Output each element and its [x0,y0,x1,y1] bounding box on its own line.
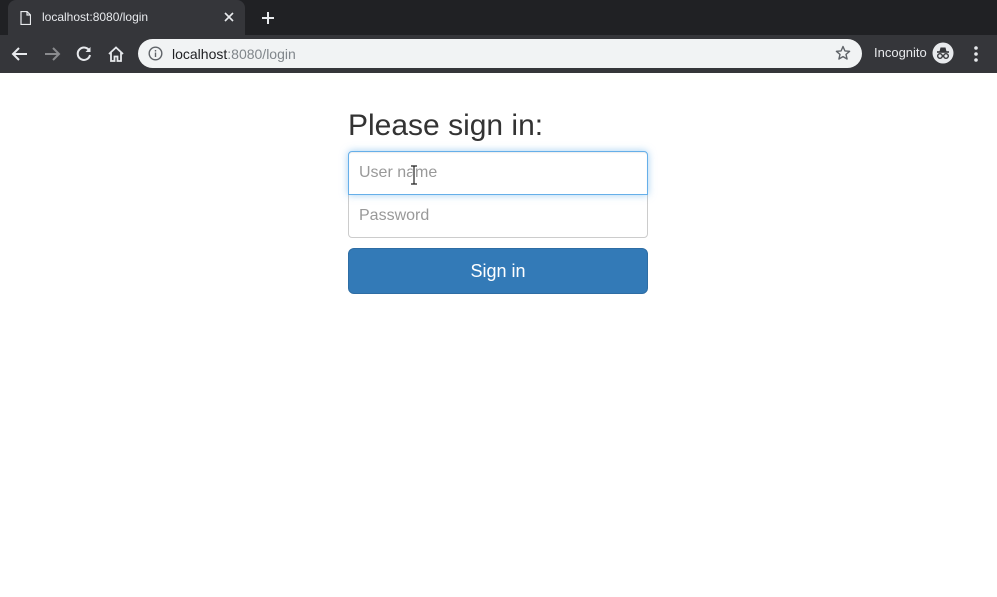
reload-button[interactable] [72,42,96,66]
arrow-right-icon [45,47,61,61]
browser-tab[interactable]: localhost:8080/login [8,0,245,35]
back-button[interactable] [8,42,32,66]
home-button[interactable] [104,42,128,66]
reload-icon [76,46,91,61]
signin-form: Please sign in: Sign in [348,108,648,294]
tab-title: localhost:8080/login [42,10,149,24]
info-icon[interactable] [148,46,163,61]
password-input[interactable] [348,194,648,238]
forward-button[interactable] [40,42,64,66]
address-bar[interactable]: localhost:8080/login [138,39,862,68]
star-icon[interactable] [835,45,851,61]
text-cursor-icon [411,165,417,185]
url-host: localhost [172,46,228,62]
incognito-icon[interactable] [932,42,954,64]
page-content: Please sign in: Sign in [0,73,997,597]
close-icon[interactable] [222,10,236,24]
page-icon [20,11,31,25]
home-icon [108,46,124,62]
kebab-menu-icon[interactable] [966,42,986,66]
tab-strip: localhost:8080/login [0,0,997,35]
signin-button[interactable]: Sign in [348,248,648,294]
incognito-label: Incognito [874,45,927,60]
plus-icon[interactable] [258,8,278,28]
username-input[interactable] [348,151,648,195]
page-title: Please sign in: [348,109,544,142]
arrow-left-icon [11,47,27,61]
url-path: :8080/login [227,46,296,62]
address-url: localhost:8080/login [172,46,296,62]
browser-toolbar: localhost:8080/login Incognito [0,35,997,73]
